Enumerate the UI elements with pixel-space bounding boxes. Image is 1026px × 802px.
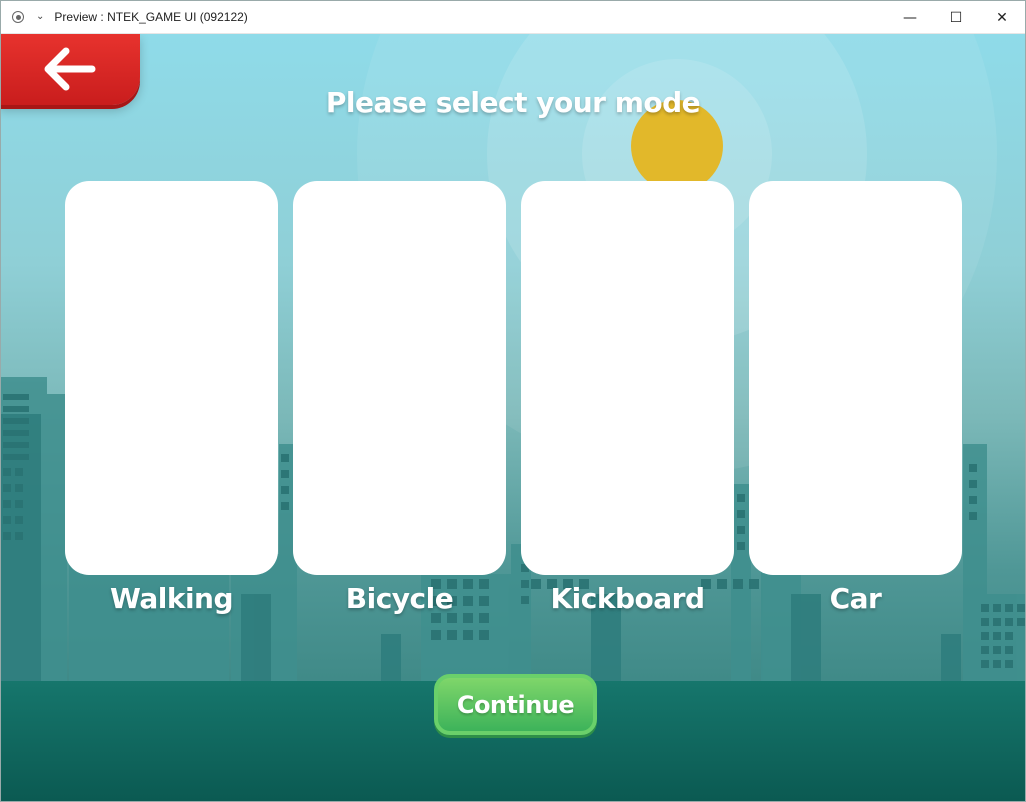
window-title: Preview : NTEK_GAME UI (092122) [54,10,248,24]
minimize-button[interactable]: — [887,1,933,34]
arrow-left-icon [44,47,95,90]
mode-label-walking: Walking [109,582,234,615]
continue-label: Continue [456,690,575,719]
app-record-icon[interactable] [12,11,24,23]
page-title: Please select your mode [325,86,701,119]
mode-label-car: Car [829,582,882,615]
app-window: ⌄ Preview : NTEK_GAME UI (092122) — ☐ ✕ [0,0,1026,802]
close-button[interactable]: ✕ [979,1,1025,34]
mode-card-walking[interactable] [65,181,278,575]
maximize-button[interactable]: ☐ [933,1,979,34]
chevron-down-icon[interactable]: ⌄ [36,12,44,22]
mode-card-car[interactable] [749,181,962,575]
game-screen: Please select your mode Walking Bicycle … [1,34,1025,801]
continue-button[interactable]: Continue [434,674,597,735]
window-controls: — ☐ ✕ [887,1,1025,34]
mode-card-bicycle[interactable] [293,181,506,575]
mode-card-kickboard[interactable] [521,181,734,575]
title-bar: ⌄ Preview : NTEK_GAME UI (092122) — ☐ ✕ [1,1,1025,34]
mode-label-bicycle: Bicycle [345,582,454,615]
mode-label-kickboard: Kickboard [550,582,705,615]
